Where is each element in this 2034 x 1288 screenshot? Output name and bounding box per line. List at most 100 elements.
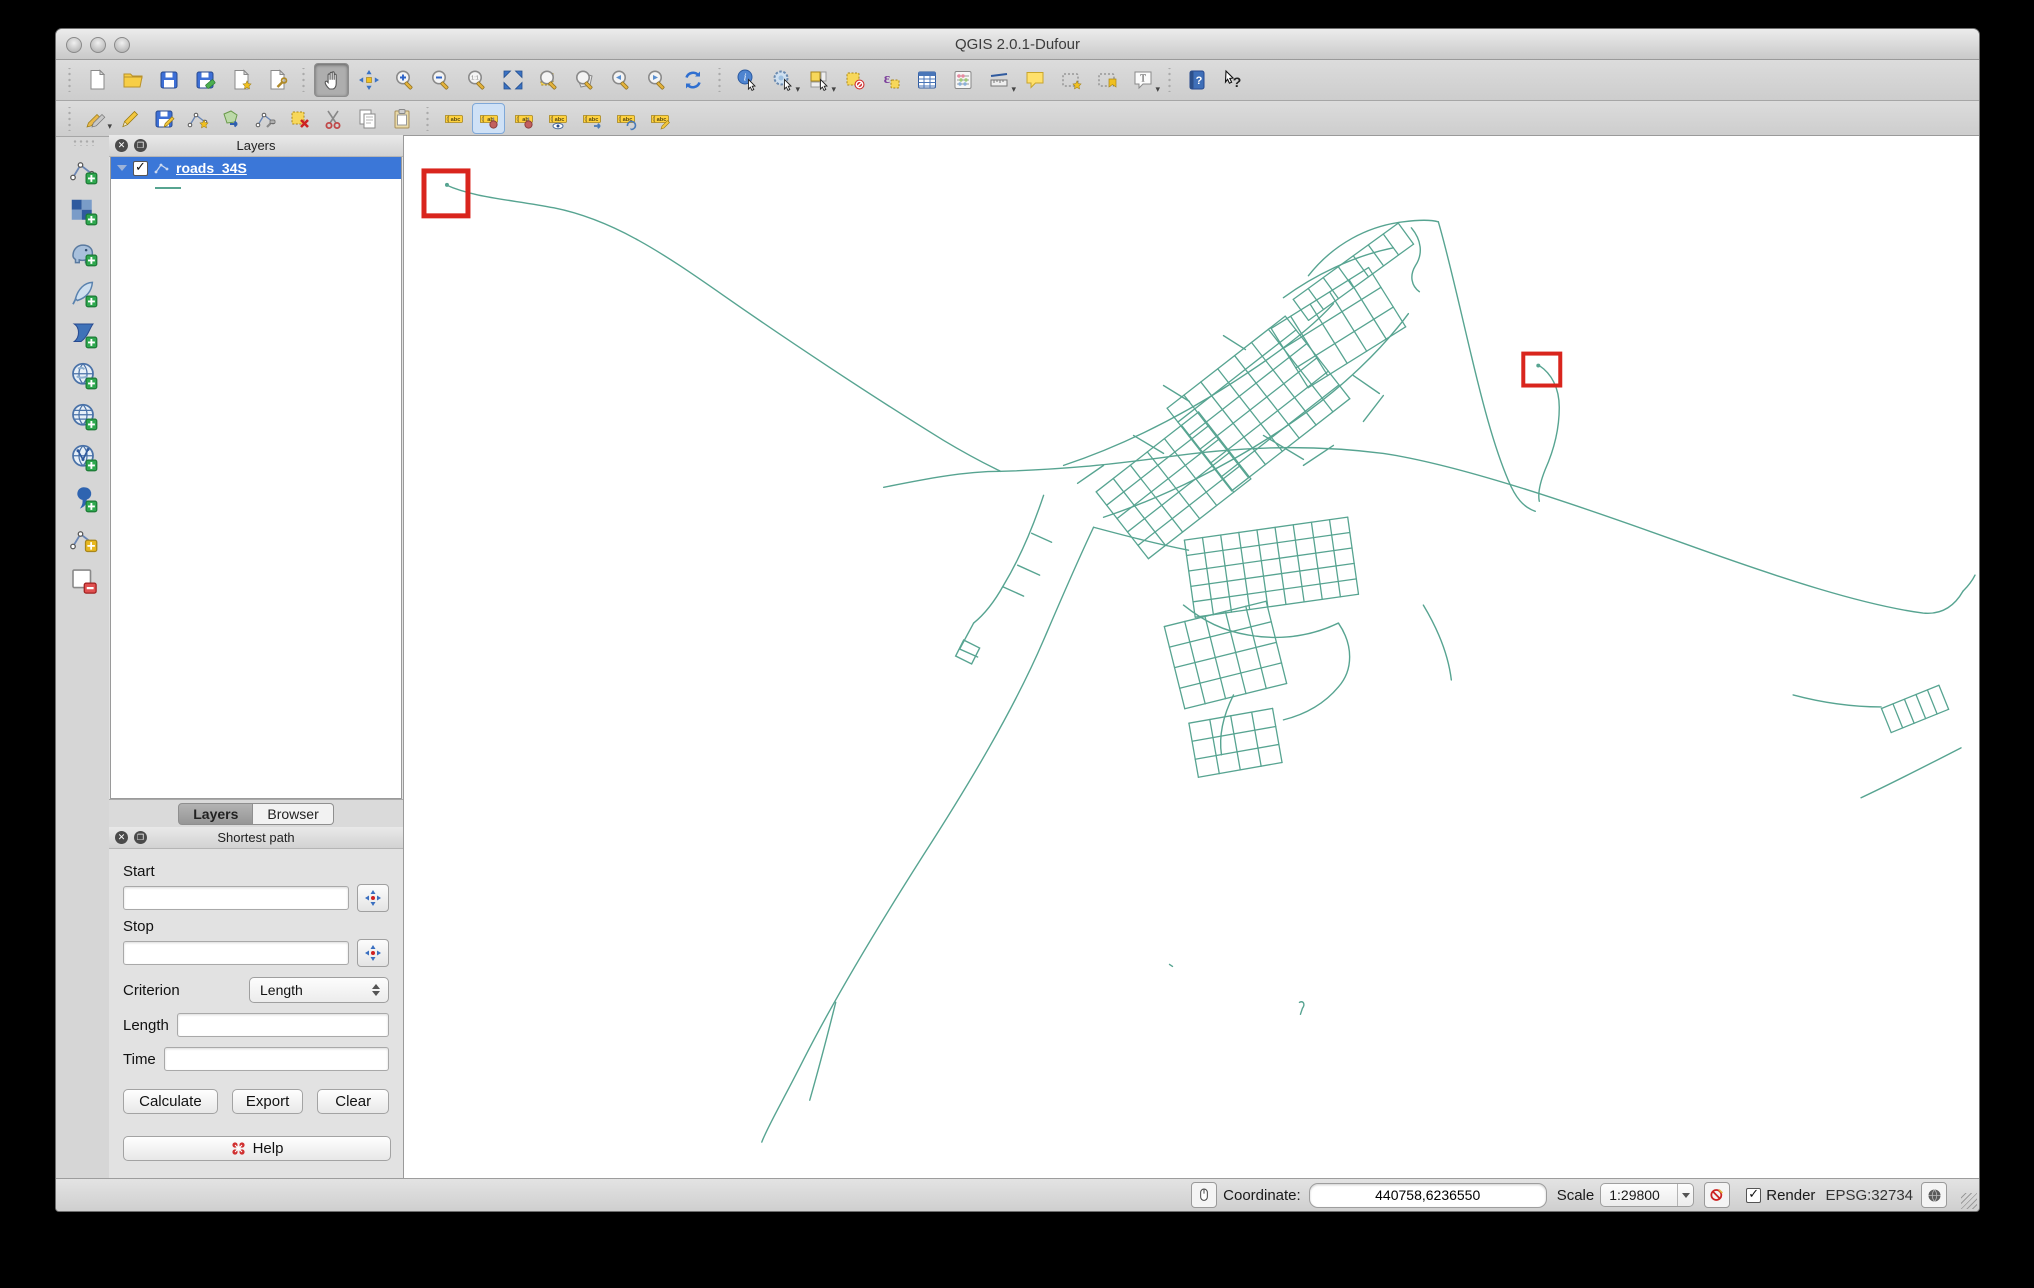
dropdown-arrow-icon[interactable]: ▾	[1011, 85, 1016, 94]
rotate-label-button[interactable]: abc	[610, 104, 641, 133]
map-canvas[interactable]	[404, 135, 1979, 1179]
layers-tree[interactable]: roads_34S	[110, 157, 402, 799]
new-bookmark-button[interactable]	[1054, 64, 1087, 96]
change-label-properties-button[interactable]: abc	[644, 104, 675, 133]
layers-panel-close-icon[interactable]	[115, 139, 128, 152]
help-contents-button[interactable]: ?	[1180, 64, 1213, 96]
layer-visibility-checkbox[interactable]	[133, 159, 148, 176]
toggle-editing-button[interactable]	[114, 104, 145, 133]
highlight-pinned-labels-button[interactable]: ab	[508, 104, 539, 133]
paste-features-button[interactable]	[386, 104, 417, 133]
zoom-window-button[interactable]	[114, 37, 130, 53]
text-annotation-button[interactable]: T ▾	[1126, 64, 1160, 96]
add-wfs-layer-button[interactable]	[63, 438, 103, 476]
coordinate-field[interactable]	[1308, 1182, 1547, 1208]
deselect-features-button[interactable]	[838, 64, 871, 96]
dropdown-arrow-icon[interactable]: ▾	[831, 85, 836, 94]
zoom-to-selection-button[interactable]	[532, 64, 565, 96]
toggle-extents-button[interactable]	[1191, 1182, 1218, 1208]
node-tool-button[interactable]	[250, 104, 281, 133]
select-features-button[interactable]: ▾	[802, 64, 836, 96]
layers-panel-float-icon[interactable]	[134, 139, 147, 152]
capture-start-point-button[interactable]	[357, 884, 389, 912]
add-postgis-layer-button[interactable]	[63, 233, 103, 271]
expand-triangle-icon[interactable]	[117, 165, 127, 171]
composer-manager-button[interactable]	[260, 64, 293, 96]
zoom-full-button[interactable]	[496, 64, 529, 96]
dropdown-arrow-icon[interactable]: ▾	[795, 85, 800, 94]
stop-render-button[interactable]	[1704, 1182, 1731, 1208]
pin-unpin-labels-button[interactable]: ab	[472, 103, 505, 134]
help-button[interactable]: Help	[123, 1136, 391, 1161]
delete-selected-button[interactable]	[284, 104, 315, 133]
pan-to-selection-button[interactable]	[352, 64, 385, 96]
title-bar[interactable]: QGIS 2.0.1-Dufour	[56, 29, 1979, 60]
toolbar-handle[interactable]	[71, 139, 94, 146]
pan-map-button[interactable]	[314, 63, 349, 97]
tab-layers[interactable]: Layers	[178, 802, 254, 825]
layer-labeling-options-button[interactable]: abc	[438, 104, 469, 133]
zoom-in-button[interactable]	[388, 64, 421, 96]
map-tips-button[interactable]	[1018, 64, 1051, 96]
select-by-expression-button[interactable]: ε	[874, 64, 907, 96]
criterion-select[interactable]: Length	[249, 977, 389, 1003]
layer-row-roads-34s[interactable]: roads_34S	[111, 157, 401, 179]
toolbar-handle[interactable]	[66, 106, 73, 131]
close-window-button[interactable]	[66, 37, 82, 53]
refresh-map-button[interactable]	[676, 64, 709, 96]
save-layer-edits-button[interactable]	[148, 104, 179, 133]
add-spatialite-layer-button[interactable]	[63, 274, 103, 312]
run-feature-action-button[interactable]: ▾	[766, 64, 800, 96]
time-output-field[interactable]	[163, 1047, 389, 1071]
shortest-path-close-icon[interactable]	[115, 831, 128, 844]
move-label-button[interactable]: abc	[576, 104, 607, 133]
tab-browser[interactable]: Browser	[253, 802, 334, 825]
add-wms-layer-button[interactable]	[63, 356, 103, 394]
stop-input[interactable]	[123, 941, 349, 965]
add-vector-layer-button[interactable]	[63, 151, 103, 189]
dropdown-arrow-icon[interactable]: ▾	[107, 122, 112, 131]
show-hide-labels-button[interactable]: abc	[542, 104, 573, 133]
crs-button[interactable]	[1921, 1182, 1947, 1208]
measure-line-button[interactable]: ▾	[982, 64, 1016, 96]
identify-features-button[interactable]: i	[730, 64, 763, 96]
current-edits-button[interactable]: ▾	[80, 104, 112, 133]
open-attribute-table-button[interactable]	[910, 64, 943, 96]
add-delimited-text-layer-button[interactable]	[63, 479, 103, 517]
add-mssql-layer-button[interactable]	[63, 315, 103, 353]
scale-combo[interactable]: 1:29800	[1600, 1183, 1695, 1207]
capture-stop-point-button[interactable]	[357, 939, 389, 967]
zoom-to-layer-button[interactable]	[568, 64, 601, 96]
whats-this-button[interactable]: ?	[1216, 64, 1249, 96]
save-project-button[interactable]	[152, 64, 185, 96]
render-checkbox[interactable]	[1746, 1186, 1762, 1203]
add-wcs-layer-button[interactable]	[63, 397, 103, 435]
save-project-as-button[interactable]	[188, 64, 221, 96]
zoom-last-button[interactable]	[604, 64, 637, 96]
open-project-button[interactable]	[116, 64, 149, 96]
export-button[interactable]: Export	[231, 1089, 304, 1114]
add-feature-button[interactable]	[182, 104, 213, 133]
zoom-out-button[interactable]	[424, 64, 457, 96]
new-print-composer-button[interactable]	[224, 64, 257, 96]
length-output-field[interactable]	[176, 1013, 389, 1037]
add-raster-layer-button[interactable]	[63, 192, 103, 230]
new-project-button[interactable]	[80, 64, 113, 96]
resize-grip[interactable]	[1961, 1193, 1977, 1209]
toolbar-handle[interactable]	[66, 68, 73, 92]
calculate-button[interactable]: Calculate	[123, 1089, 218, 1114]
copy-features-button[interactable]	[352, 104, 383, 133]
minimize-window-button[interactable]	[90, 37, 106, 53]
zoom-actual-size-button[interactable]: 1:1	[460, 64, 493, 96]
remove-layer-button[interactable]	[63, 561, 103, 599]
cut-features-button[interactable]	[318, 104, 349, 133]
dropdown-arrow-icon[interactable]: ▾	[1155, 85, 1160, 94]
show-bookmarks-button[interactable]	[1090, 64, 1123, 96]
move-feature-button[interactable]	[216, 104, 247, 133]
start-input[interactable]	[123, 886, 349, 910]
field-calculator-button[interactable]	[946, 64, 979, 96]
shortest-path-float-icon[interactable]	[134, 831, 147, 844]
zoom-next-button[interactable]	[640, 64, 673, 96]
new-shapefile-layer-button[interactable]	[63, 520, 103, 558]
clear-button[interactable]: Clear	[317, 1089, 389, 1114]
